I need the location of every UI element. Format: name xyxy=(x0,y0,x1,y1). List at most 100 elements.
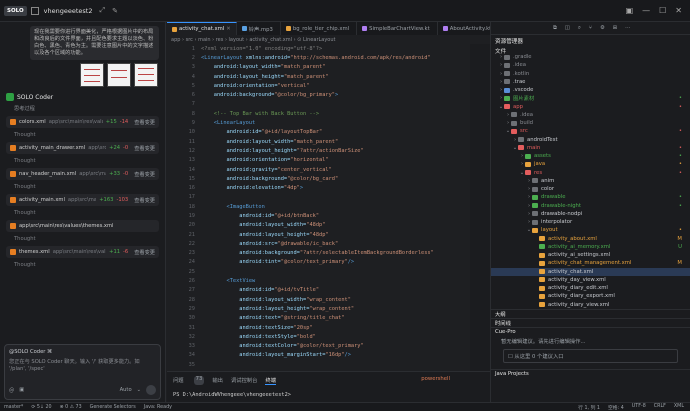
edit-icon[interactable]: ✎ xyxy=(112,7,118,15)
thought-label[interactable]: Thought xyxy=(14,158,165,164)
close-icon[interactable]: ✕ xyxy=(675,6,682,15)
attachment-image[interactable] xyxy=(134,63,158,87)
tree-item[interactable]: activity_diary_edit.xml xyxy=(491,284,690,292)
tree-item[interactable]: activity_diary_export.xml xyxy=(491,292,690,300)
tree-item[interactable]: ⌄ res • xyxy=(491,169,690,177)
debug-icon[interactable]: ⚙ xyxy=(600,25,605,31)
status-position[interactable]: 行 1, 列 1 xyxy=(578,404,600,411)
search-icon[interactable]: ⌕ xyxy=(578,25,581,32)
status-errors[interactable]: ⊗ 0 ⚠ 73 xyxy=(60,405,82,410)
breadcrumb[interactable]: app › src › main › res › layout › activi… xyxy=(167,35,490,44)
changed-file-item[interactable]: activity_main_drawer.xmlapp\src\m...+24-… xyxy=(6,142,159,154)
panel-tab[interactable]: 输出 xyxy=(212,376,223,385)
tree-item[interactable]: › .trae xyxy=(491,78,690,86)
ext-icon[interactable]: ⊞ xyxy=(613,25,617,31)
more-icon[interactable]: ⋯ xyxy=(625,25,630,31)
cuepro-section[interactable]: Cue-Pro xyxy=(491,326,690,336)
tree-item[interactable]: activity_day_view.xml xyxy=(491,276,690,284)
maximize-icon[interactable]: ☐ xyxy=(659,6,666,15)
tree-item[interactable]: › 图片素材 • xyxy=(491,94,690,102)
outline-section[interactable]: 大纲 xyxy=(491,308,690,318)
tree-item[interactable]: › build xyxy=(491,119,690,127)
tree-item[interactable]: activity_ai_settings.xml xyxy=(491,251,690,259)
tab-icon[interactable]: ⧉ xyxy=(553,25,557,32)
tree-item[interactable]: › anim xyxy=(491,177,690,185)
tree-item[interactable]: › drawable-night • xyxy=(491,202,690,210)
attach-icon[interactable]: ＠ xyxy=(9,387,14,394)
view-changes-link[interactable]: 查看变更 xyxy=(134,171,155,178)
status-java[interactable]: Java: Ready xyxy=(144,405,172,410)
tree-item[interactable]: ⌄ src • xyxy=(491,127,690,135)
minimap[interactable] xyxy=(470,44,490,371)
tree-item[interactable]: › .gradle xyxy=(491,53,690,61)
split-icon[interactable]: ◫ xyxy=(565,25,570,31)
status-generate[interactable]: Generate Selectors xyxy=(90,405,136,410)
panel-tab[interactable]: 终端 xyxy=(265,376,277,385)
tree-item[interactable]: › .kotlin xyxy=(491,70,690,78)
tree-item[interactable]: › java • xyxy=(491,160,690,168)
terminal-prompt[interactable]: PS D:\AndroidWVhengeee\vhengeeetest2> xyxy=(167,389,490,401)
tree-item[interactable]: › assets • xyxy=(491,152,690,160)
editor-tab[interactable]: activity_chat.xml ✕ xyxy=(167,22,237,35)
view-changes-link[interactable]: 查看变更 xyxy=(134,197,155,204)
tree-item[interactable]: › drawable-nodpi xyxy=(491,210,690,218)
send-button[interactable] xyxy=(146,385,156,395)
thinking-label[interactable]: 思考过程 xyxy=(14,105,165,112)
changed-file-item[interactable]: activity_main.xmlapp\src\main\res\...+16… xyxy=(6,194,159,206)
panel-tab[interactable]: 调试控制台 xyxy=(231,376,258,385)
status-language[interactable]: XML xyxy=(674,404,684,411)
tree-item[interactable]: › .idea xyxy=(491,61,690,69)
tree-item[interactable]: ⌄ app • xyxy=(491,103,690,111)
tree-item[interactable]: activity_chat_management.xml M xyxy=(491,259,690,267)
tree-item[interactable]: activity_chat.xml xyxy=(491,267,690,276)
status-eol[interactable]: CRLF xyxy=(654,404,666,411)
tree-item[interactable]: ⌄ layout • xyxy=(491,226,690,234)
thought-label[interactable]: Thought xyxy=(14,184,165,190)
status-branch[interactable]: master* xyxy=(4,405,23,410)
changed-file-item[interactable]: themes.xmlapp\src\main\res\values\...+11… xyxy=(6,246,159,258)
chevron-down-icon[interactable]: ⌄ xyxy=(137,387,141,393)
files-section[interactable]: 文件 xyxy=(491,45,690,55)
view-changes-link[interactable]: 查看变更 xyxy=(134,249,155,256)
minimize-icon[interactable]: — xyxy=(642,6,650,15)
tree-item[interactable]: › drawable • xyxy=(491,193,690,201)
attachment-image[interactable] xyxy=(107,63,131,87)
tree-item[interactable]: › .idea xyxy=(491,111,690,119)
panel-tab[interactable]: 问题 xyxy=(173,376,184,385)
thought-label[interactable]: Thought xyxy=(14,210,165,216)
cuepro-button[interactable]: ☐ 从这里 0 个建议入口 xyxy=(503,348,678,363)
attachment-image[interactable] xyxy=(80,63,104,87)
thought-label[interactable]: Thought xyxy=(14,236,165,242)
mode-select[interactable]: Auto xyxy=(120,387,132,393)
editor-tab[interactable]: 铃声.mp3 xyxy=(237,22,281,35)
status-encoding[interactable]: UTF-8 xyxy=(632,404,646,411)
status-spaces[interactable]: 空格: 4 xyxy=(608,404,624,411)
tree-item[interactable]: › .vscode xyxy=(491,86,690,94)
java-projects-section[interactable]: Java Projects xyxy=(491,368,690,378)
thought-label[interactable]: Thought xyxy=(14,262,165,268)
tab-close-icon[interactable]: ✕ xyxy=(226,26,230,32)
layout-icon[interactable]: ▣ xyxy=(626,6,634,15)
tree-item[interactable]: activity_diary_view.xml xyxy=(491,301,690,309)
tree-item[interactable]: ⌄ main • xyxy=(491,144,690,152)
thought-label[interactable]: Thought xyxy=(14,132,165,138)
view-changes-link[interactable]: 查看变更 xyxy=(134,145,155,152)
git-icon[interactable]: ⑂ xyxy=(589,25,592,31)
sidebar-toggle-icon[interactable] xyxy=(30,6,39,15)
tree-item[interactable]: › androidTest xyxy=(491,136,690,144)
tree-item[interactable]: activity_about.xml M xyxy=(491,235,690,243)
chat-input[interactable]: @SOLO Coder ⌘ 您正在与 SOLO Coder 聊天。输入 '/' … xyxy=(4,344,161,400)
terminal-shell-label[interactable]: powershell xyxy=(421,376,450,382)
status-sync[interactable]: ⟳ 5↓ 20 xyxy=(31,405,51,410)
editor-tab[interactable]: bg_role_tier_chip.xml xyxy=(281,22,358,35)
tree-item[interactable]: › color xyxy=(491,185,690,193)
expand-icon[interactable]: ⤢ xyxy=(99,6,105,15)
editor-tab[interactable]: AboutActivity.kt xyxy=(438,22,490,35)
changed-file-item[interactable]: app\src\main\res\values\themes.xml xyxy=(6,220,159,232)
changed-file-item[interactable]: colors.xmlapp\src\main\res\values\c...+1… xyxy=(6,116,159,128)
code-editor[interactable]: 1 <?xml version="1.0" encoding="utf-8"?> 2… xyxy=(167,44,490,371)
tree-item[interactable]: activity_ai_memory.xml U xyxy=(491,243,690,251)
editor-tab[interactable]: SimpleBarChartView.kt xyxy=(357,22,438,35)
timeline-section[interactable]: 时间线 xyxy=(491,317,690,327)
tree-item[interactable]: › interpolator xyxy=(491,218,690,226)
